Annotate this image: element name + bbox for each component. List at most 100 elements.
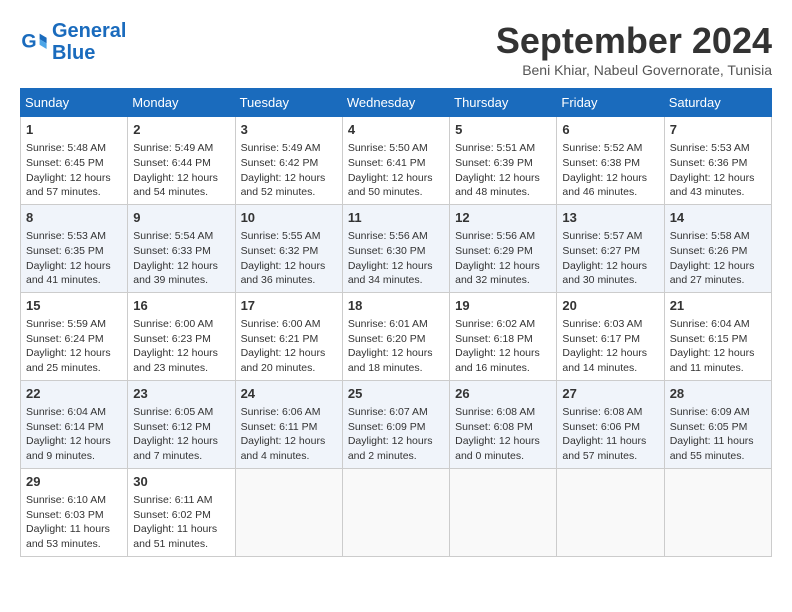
day-info: Sunrise: 6:00 AM Sunset: 6:23 PM Dayligh… — [133, 317, 229, 376]
calendar-cell: 29 Sunrise: 6:10 AM Sunset: 6:03 PM Dayli… — [21, 468, 128, 556]
calendar-week-row: 29 Sunrise: 6:10 AM Sunset: 6:03 PM Dayli… — [21, 468, 772, 556]
day-info: Sunrise: 5:56 AM Sunset: 6:30 PM Dayligh… — [348, 229, 444, 288]
calendar-cell — [557, 468, 664, 556]
weekday-header-row: SundayMondayTuesdayWednesdayThursdayFrid… — [21, 89, 772, 117]
day-number: 28 — [670, 385, 766, 403]
day-info: Sunrise: 6:02 AM Sunset: 6:18 PM Dayligh… — [455, 317, 551, 376]
day-number: 24 — [241, 385, 337, 403]
day-number: 13 — [562, 209, 658, 227]
day-info: Sunrise: 5:49 AM Sunset: 6:42 PM Dayligh… — [241, 141, 337, 200]
calendar-cell — [342, 468, 449, 556]
calendar-cell: 4 Sunrise: 5:50 AM Sunset: 6:41 PM Daylig… — [342, 117, 449, 205]
calendar-cell: 22Sunrise: 6:04 AM Sunset: 6:14 PM Dayli… — [21, 380, 128, 468]
day-info: Sunrise: 6:10 AM Sunset: 6:03 PM Dayligh… — [26, 493, 122, 552]
day-info: Sunrise: 6:06 AM Sunset: 6:11 PM Dayligh… — [241, 405, 337, 464]
day-number: 1 — [26, 121, 122, 139]
day-number: 10 — [241, 209, 337, 227]
calendar-cell: 14Sunrise: 5:58 AM Sunset: 6:26 PM Dayli… — [664, 204, 771, 292]
logo-text-line2: Blue — [52, 42, 126, 64]
calendar-cell: 1 Sunrise: 5:48 AM Sunset: 6:45 PM Daylig… — [21, 117, 128, 205]
day-number: 3 — [241, 121, 337, 139]
day-info: Sunrise: 5:52 AM Sunset: 6:38 PM Dayligh… — [562, 141, 658, 200]
day-info: Sunrise: 5:50 AM Sunset: 6:41 PM Dayligh… — [348, 141, 444, 200]
day-info: Sunrise: 5:58 AM Sunset: 6:26 PM Dayligh… — [670, 229, 766, 288]
calendar-cell: 10Sunrise: 5:55 AM Sunset: 6:32 PM Dayli… — [235, 204, 342, 292]
logo-text-line1: General — [52, 20, 126, 42]
weekday-header-thursday: Thursday — [450, 89, 557, 117]
day-info: Sunrise: 6:01 AM Sunset: 6:20 PM Dayligh… — [348, 317, 444, 376]
calendar-cell: 30Sunrise: 6:11 AM Sunset: 6:02 PM Dayli… — [128, 468, 235, 556]
day-number: 12 — [455, 209, 551, 227]
day-number: 4 — [348, 121, 444, 139]
calendar-cell: 26Sunrise: 6:08 AM Sunset: 6:08 PM Dayli… — [450, 380, 557, 468]
day-number: 17 — [241, 297, 337, 315]
calendar-cell: 12 Sunrise: 5:56 AM Sunset: 6:29 PM Dayli… — [450, 204, 557, 292]
weekday-header-sunday: Sunday — [21, 89, 128, 117]
day-info: Sunrise: 6:09 AM Sunset: 6:05 PM Dayligh… — [670, 405, 766, 464]
weekday-header-saturday: Saturday — [664, 89, 771, 117]
day-info: Sunrise: 6:08 AM Sunset: 6:06 PM Dayligh… — [562, 405, 658, 464]
page-header: G General Blue September 2024 Beni Khiar… — [20, 20, 772, 78]
day-number: 26 — [455, 385, 551, 403]
day-info: Sunrise: 6:07 AM Sunset: 6:09 PM Dayligh… — [348, 405, 444, 464]
day-number: 16 — [133, 297, 229, 315]
calendar-cell: 25 Sunrise: 6:07 AM Sunset: 6:09 PM Dayli… — [342, 380, 449, 468]
day-number: 25 — [348, 385, 444, 403]
calendar-cell: 5Sunrise: 5:51 AM Sunset: 6:39 PM Daylig… — [450, 117, 557, 205]
location-subtitle: Beni Khiar, Nabeul Governorate, Tunisia — [496, 62, 772, 78]
calendar-cell: 11 Sunrise: 5:56 AM Sunset: 6:30 PM Dayli… — [342, 204, 449, 292]
weekday-header-wednesday: Wednesday — [342, 89, 449, 117]
weekday-header-tuesday: Tuesday — [235, 89, 342, 117]
calendar-cell: 18 Sunrise: 6:01 AM Sunset: 6:20 PM Dayli… — [342, 292, 449, 380]
day-number: 23 — [133, 385, 229, 403]
calendar-cell: 2 Sunrise: 5:49 AM Sunset: 6:44 PM Daylig… — [128, 117, 235, 205]
day-info: Sunrise: 5:53 AM Sunset: 6:36 PM Dayligh… — [670, 141, 766, 200]
day-number: 15 — [26, 297, 122, 315]
logo: G General Blue — [20, 20, 126, 64]
calendar-cell: 13Sunrise: 5:57 AM Sunset: 6:27 PM Dayli… — [557, 204, 664, 292]
weekday-header-monday: Monday — [128, 89, 235, 117]
day-info: Sunrise: 5:59 AM Sunset: 6:24 PM Dayligh… — [26, 317, 122, 376]
day-info: Sunrise: 5:49 AM Sunset: 6:44 PM Dayligh… — [133, 141, 229, 200]
day-info: Sunrise: 6:03 AM Sunset: 6:17 PM Dayligh… — [562, 317, 658, 376]
day-info: Sunrise: 5:54 AM Sunset: 6:33 PM Dayligh… — [133, 229, 229, 288]
svg-text:G: G — [21, 31, 36, 53]
calendar-cell: 21 Sunrise: 6:04 AM Sunset: 6:15 PM Dayli… — [664, 292, 771, 380]
calendar-cell — [664, 468, 771, 556]
calendar-week-row: 15 Sunrise: 5:59 AM Sunset: 6:24 PM Dayli… — [21, 292, 772, 380]
month-title: September 2024 — [496, 20, 772, 62]
calendar-cell: 28 Sunrise: 6:09 AM Sunset: 6:05 PM Dayli… — [664, 380, 771, 468]
day-number: 18 — [348, 297, 444, 315]
day-info: Sunrise: 6:04 AM Sunset: 6:15 PM Dayligh… — [670, 317, 766, 376]
calendar-cell: 24 Sunrise: 6:06 AM Sunset: 6:11 PM Dayli… — [235, 380, 342, 468]
day-number: 7 — [670, 121, 766, 139]
day-number: 9 — [133, 209, 229, 227]
day-number: 21 — [670, 297, 766, 315]
day-number: 27 — [562, 385, 658, 403]
day-info: Sunrise: 5:51 AM Sunset: 6:39 PM Dayligh… — [455, 141, 551, 200]
day-info: Sunrise: 5:48 AM Sunset: 6:45 PM Dayligh… — [26, 141, 122, 200]
calendar-cell — [235, 468, 342, 556]
day-number: 29 — [26, 473, 122, 491]
logo-icon: G — [20, 28, 48, 56]
weekday-header-friday: Friday — [557, 89, 664, 117]
calendar-cell: 7 Sunrise: 5:53 AM Sunset: 6:36 PM Daylig… — [664, 117, 771, 205]
day-number: 2 — [133, 121, 229, 139]
day-info: Sunrise: 6:11 AM Sunset: 6:02 PM Dayligh… — [133, 493, 229, 552]
calendar-cell: 20 Sunrise: 6:03 AM Sunset: 6:17 PM Dayli… — [557, 292, 664, 380]
day-number: 11 — [348, 209, 444, 227]
calendar-cell: 16 Sunrise: 6:00 AM Sunset: 6:23 PM Dayli… — [128, 292, 235, 380]
calendar-cell: 3 Sunrise: 5:49 AM Sunset: 6:42 PM Daylig… — [235, 117, 342, 205]
day-info: Sunrise: 6:00 AM Sunset: 6:21 PM Dayligh… — [241, 317, 337, 376]
calendar-cell: 27 Sunrise: 6:08 AM Sunset: 6:06 PM Dayli… — [557, 380, 664, 468]
day-number: 22 — [26, 385, 122, 403]
day-number: 19 — [455, 297, 551, 315]
calendar-cell: 8Sunrise: 5:53 AM Sunset: 6:35 PM Daylig… — [21, 204, 128, 292]
calendar-cell: 19 Sunrise: 6:02 AM Sunset: 6:18 PM Dayli… — [450, 292, 557, 380]
day-info: Sunrise: 5:56 AM Sunset: 6:29 PM Dayligh… — [455, 229, 551, 288]
calendar-week-row: 22Sunrise: 6:04 AM Sunset: 6:14 PM Dayli… — [21, 380, 772, 468]
calendar-cell: 9 Sunrise: 5:54 AM Sunset: 6:33 PM Daylig… — [128, 204, 235, 292]
calendar-cell: 17 Sunrise: 6:00 AM Sunset: 6:21 PM Dayli… — [235, 292, 342, 380]
calendar-cell: 6Sunrise: 5:52 AM Sunset: 6:38 PM Daylig… — [557, 117, 664, 205]
day-number: 20 — [562, 297, 658, 315]
